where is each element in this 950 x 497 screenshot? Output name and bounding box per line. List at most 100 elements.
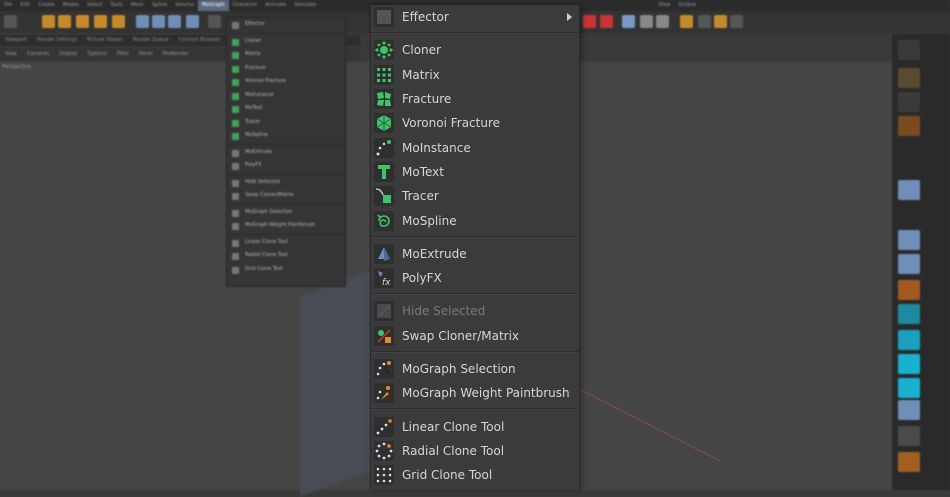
menu-item-tracer[interactable]: Tracer: [371, 184, 579, 208]
menu-separator: [371, 32, 579, 35]
menubar-spline[interactable]: Spline: [148, 0, 171, 11]
move-tool-icon[interactable]: [42, 15, 55, 28]
menubar-mograph[interactable]: MoGraph: [197, 0, 229, 11]
menu-item-label: PolyFX: [402, 271, 442, 286]
menu-item-mograph-weight-paintbrush[interactable]: MoGraph Weight Paintbrush: [371, 381, 579, 405]
tab-picture-viewer[interactable]: Picture Viewer: [82, 35, 128, 46]
menu-item-label: Cloner: [402, 43, 441, 58]
menubar-view[interactable]: View: [654, 0, 674, 11]
moextrude-icon: [374, 243, 394, 264]
viewbar-display[interactable]: Display: [54, 48, 82, 60]
menu-item-cloner[interactable]: Cloner: [371, 38, 579, 62]
viewbar-cameras[interactable]: Cameras: [22, 48, 54, 60]
tab-viewport[interactable]: Viewport: [0, 35, 32, 46]
menu-separator: [371, 235, 579, 238]
menu-item-moinstance[interactable]: MoInstance: [371, 135, 579, 159]
tab-render-settings[interactable]: Render Settings: [32, 35, 82, 46]
z-axis-icon[interactable]: [168, 15, 181, 28]
menu-item-motext[interactable]: MoText: [371, 160, 579, 184]
palette-button[interactable]: [898, 92, 920, 112]
palette-button[interactable]: [898, 68, 920, 88]
menu-item-grid-clone-tool[interactable]: Grid Clone Tool: [371, 463, 579, 487]
menu-item-swap-cloner-matrix[interactable]: Swap Cloner/Matrix: [371, 324, 579, 348]
menu-item-label: Grid Clone Tool: [402, 468, 493, 483]
live-select-icon[interactable]: [112, 15, 125, 28]
submenu-item: MoExtrude: [227, 146, 345, 160]
menu-item-mospline[interactable]: MoSpline: [371, 208, 579, 232]
coordinate-system-icon[interactable]: [186, 15, 199, 28]
render-view-icon[interactable]: [622, 15, 635, 28]
viewbar-panel[interactable]: Panel: [134, 48, 158, 60]
rotate-tool-icon[interactable]: [76, 15, 89, 28]
matrix-icon: [374, 64, 394, 85]
palette-button[interactable]: [898, 230, 920, 250]
mograph-selection-icon: [374, 359, 394, 379]
viewbar-prorender[interactable]: ProRender: [158, 48, 194, 60]
workplane-icon[interactable]: [698, 15, 711, 28]
select-tool-icon[interactable]: [94, 15, 107, 28]
menu-item-mograph-selection[interactable]: MoGraph Selection: [371, 357, 579, 381]
fracture-icon: [374, 89, 394, 110]
grid-clone-tool-icon: [374, 465, 394, 486]
mograph-weight-paintbrush-icon: [374, 383, 394, 404]
tab-render-queue[interactable]: Render Queue: [128, 35, 174, 46]
palette-button[interactable]: [898, 400, 920, 420]
menu-item-radial-clone-tool[interactable]: Radial Clone Tool: [371, 439, 579, 463]
menubar-create[interactable]: Create: [34, 0, 59, 11]
menubar-modes[interactable]: Modes: [59, 0, 83, 11]
render-settings-icon[interactable]: [656, 15, 669, 28]
palette-button[interactable]: [898, 280, 920, 300]
menu-item-linear-clone-tool[interactable]: Linear Clone Tool: [371, 414, 579, 438]
snap-icon[interactable]: [680, 15, 693, 28]
palette-button[interactable]: [898, 354, 920, 374]
palette-button[interactable]: [898, 254, 920, 274]
menubar-file[interactable]: File: [0, 0, 16, 11]
menubar-mesh[interactable]: Mesh: [127, 0, 148, 11]
menubar-select[interactable]: Select: [83, 0, 106, 11]
menubar-simulate[interactable]: Simulate: [290, 0, 320, 11]
camera-icon[interactable]: [730, 15, 743, 28]
menu-item-moextrude[interactable]: MoExtrude: [371, 242, 579, 266]
viewbar-view[interactable]: View: [0, 48, 22, 60]
tab-content-browser[interactable]: Content Browser: [174, 35, 226, 46]
record-icon[interactable]: [583, 15, 596, 28]
menu-item-effector[interactable]: Effector: [371, 5, 579, 29]
menu-item-polyfx[interactable]: fx PolyFX: [371, 266, 579, 290]
submenu-item: MoGraph Selection: [227, 206, 345, 220]
menubar-animate[interactable]: Animate: [261, 0, 290, 11]
menubar-octane[interactable]: Octane: [674, 0, 700, 11]
menu-item-label: MoInstance: [402, 140, 471, 155]
viewbar-filter[interactable]: Filter: [112, 48, 134, 60]
menubar-volume[interactable]: Volume: [171, 0, 198, 11]
menubar-tools[interactable]: Tools: [106, 0, 126, 11]
palette-button[interactable]: [898, 330, 920, 350]
menu-item-voronoi-fracture[interactable]: Voronoi Fracture: [371, 111, 579, 135]
picture-viewer-icon[interactable]: [640, 15, 653, 28]
palette-button[interactable]: [898, 304, 920, 324]
viewbar-options[interactable]: Options: [83, 48, 112, 60]
palette-button[interactable]: [898, 180, 920, 200]
render-icon[interactable]: [208, 15, 221, 28]
mograph-menu: Effector Cloner Matrix Fracture Voronoi …: [370, 5, 580, 490]
palette-button[interactable]: [898, 40, 920, 60]
menu-item-matrix[interactable]: Matrix: [371, 63, 579, 87]
undo-icon[interactable]: [4, 15, 17, 28]
viewport-label: Perspective: [2, 64, 31, 70]
palette-button[interactable]: [898, 116, 920, 136]
x-axis-icon[interactable]: [136, 15, 149, 28]
menubar-character[interactable]: Character: [229, 0, 262, 11]
palette-button[interactable]: [898, 452, 920, 472]
menu-item-fracture[interactable]: Fracture: [371, 87, 579, 111]
y-axis-icon[interactable]: [152, 15, 165, 28]
light-icon[interactable]: [714, 15, 727, 28]
palette-button[interactable]: [898, 426, 920, 446]
linear-clone-tool-icon: [374, 416, 394, 437]
menubar-edit[interactable]: Edit: [16, 0, 34, 11]
scale-tool-icon[interactable]: [58, 15, 71, 28]
submenu-item: MoGraph Weight Paintbrush: [227, 219, 345, 233]
palette-button[interactable]: [898, 378, 920, 398]
autokey-icon[interactable]: [600, 15, 613, 28]
submenu-item: Effector: [227, 18, 345, 32]
submenu-item: Tracer: [227, 116, 345, 130]
menu-item-label: Hide Selected: [402, 304, 486, 319]
